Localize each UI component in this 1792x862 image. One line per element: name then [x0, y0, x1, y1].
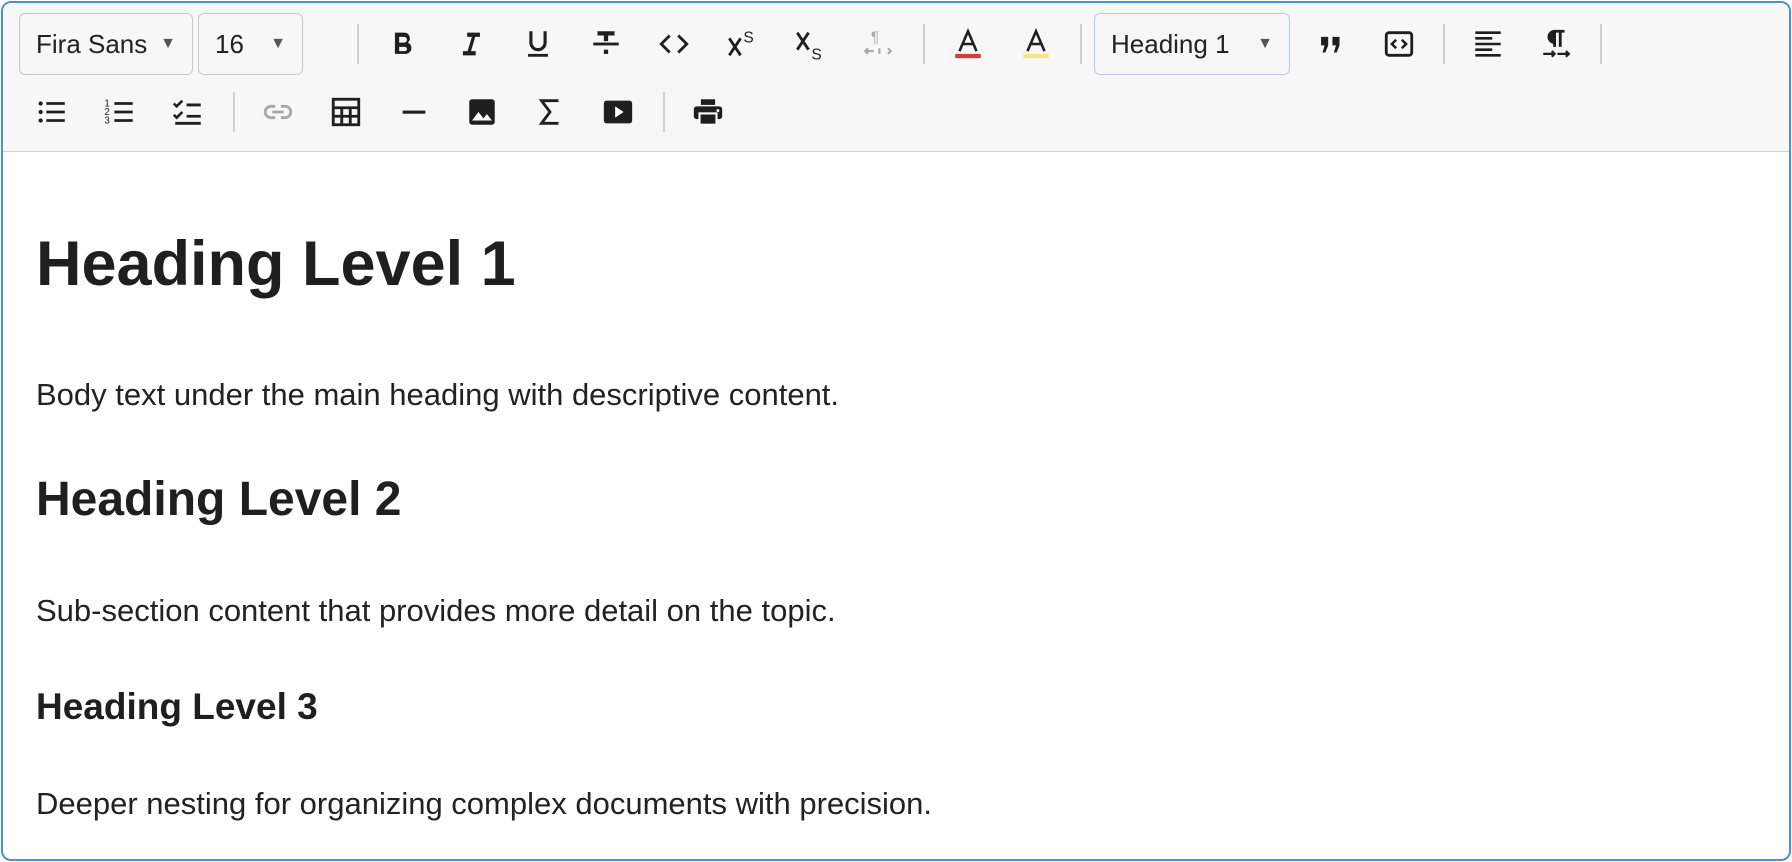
heading-level-1[interactable]: Heading Level 1 — [36, 233, 516, 296]
bold-icon — [394, 32, 412, 54]
toolbar-divider — [663, 92, 665, 132]
paragraph-ltr-icon — [1543, 29, 1571, 58]
checklist-icon — [172, 99, 201, 125]
paragraph[interactable]: Body text under the main heading with de… — [36, 379, 839, 410]
svg-text:3: 3 — [104, 115, 110, 126]
strikethrough-icon — [593, 31, 619, 54]
chevron-down-icon: ▼ — [160, 35, 176, 52]
heading-level-2[interactable]: Heading Level 2 — [36, 476, 401, 524]
task-list-button[interactable] — [160, 84, 216, 140]
superscript-button[interactable]: S — [714, 16, 770, 72]
paragraph[interactable]: Sub-section content that provides more d… — [36, 595, 836, 626]
block-format-value: Heading 1 — [1111, 28, 1230, 59]
rich-text-editor: Fira Sans ▼ 16 ▼ S S ¶ Heading 1 ▼ 1 2 3… — [1, 1, 1791, 861]
link-icon — [263, 104, 293, 120]
svg-text:S: S — [743, 30, 753, 47]
toolbar-divider — [1080, 24, 1082, 64]
link-button[interactable] — [250, 84, 306, 140]
paragraph[interactable]: Deeper nesting for organizing complex do… — [36, 788, 932, 819]
code-icon — [659, 34, 689, 54]
font-family-select[interactable]: Fira Sans ▼ — [19, 13, 193, 75]
svg-text:¶: ¶ — [871, 30, 879, 47]
bullet-list-button[interactable] — [24, 84, 80, 140]
highlight-icon — [1023, 28, 1049, 59]
subscript-button[interactable]: S — [782, 16, 838, 72]
text-direction-button[interactable]: ¶ — [850, 16, 906, 72]
toolbar-divider — [923, 24, 925, 64]
chevron-down-icon: ▼ — [270, 35, 286, 52]
horizontal-rule-button[interactable] — [386, 84, 442, 140]
font-size-select[interactable]: 16 ▼ — [198, 13, 303, 75]
superscript-icon: S — [728, 30, 754, 57]
numbered-list-icon: 123 — [104, 98, 133, 126]
font-family-value: Fira Sans — [36, 28, 148, 59]
italic-icon — [462, 32, 480, 56]
math-button[interactable] — [522, 84, 578, 140]
print-button[interactable] — [680, 84, 736, 140]
toolbar: Fira Sans ▼ 16 ▼ S S ¶ Heading 1 ▼ 1 2 3 — [3, 3, 1789, 152]
font-size-value: 16 — [215, 28, 244, 59]
video-play-icon — [603, 100, 633, 124]
svg-text:S: S — [811, 47, 821, 61]
align-left-button[interactable] — [1460, 16, 1516, 72]
table-button[interactable] — [318, 84, 374, 140]
bold-button[interactable] — [374, 16, 430, 72]
quote-icon — [1321, 36, 1340, 53]
code-block-button[interactable] — [1371, 16, 1427, 72]
inline-code-button[interactable] — [646, 16, 702, 72]
underline-icon — [528, 31, 548, 57]
heading-level-3[interactable]: Heading Level 3 — [36, 688, 318, 725]
toolbar-divider — [233, 92, 235, 132]
toolbar-divider — [357, 24, 359, 64]
strikethrough-button[interactable] — [578, 16, 634, 72]
underline-button[interactable] — [510, 16, 566, 72]
image-button[interactable] — [454, 84, 510, 140]
text-color-button[interactable] — [940, 16, 996, 72]
chevron-down-icon: ▼ — [1257, 35, 1273, 52]
paragraph-direction-icon: ¶ — [863, 30, 893, 55]
toolbar-divider — [1443, 24, 1445, 64]
numbered-list-button[interactable]: 123 — [92, 84, 148, 140]
ltr-direction-button[interactable] — [1528, 16, 1584, 72]
sigma-icon — [538, 99, 559, 125]
italic-button[interactable] — [442, 16, 498, 72]
code-block-icon — [1384, 31, 1414, 57]
horizontal-rule-icon — [402, 110, 426, 114]
highlight-color-button[interactable] — [1008, 16, 1064, 72]
text-color-icon — [955, 28, 981, 59]
blockquote-button[interactable] — [1303, 16, 1359, 72]
subscript-icon: S — [796, 31, 822, 61]
bullet-list-icon — [38, 101, 65, 123]
image-icon — [469, 99, 495, 125]
printer-icon — [693, 99, 723, 126]
align-left-icon — [1475, 31, 1501, 57]
video-button[interactable] — [590, 84, 646, 140]
toolbar-divider — [1600, 24, 1602, 64]
table-icon — [331, 97, 361, 127]
block-format-select[interactable]: Heading 1 ▼ — [1094, 13, 1290, 75]
